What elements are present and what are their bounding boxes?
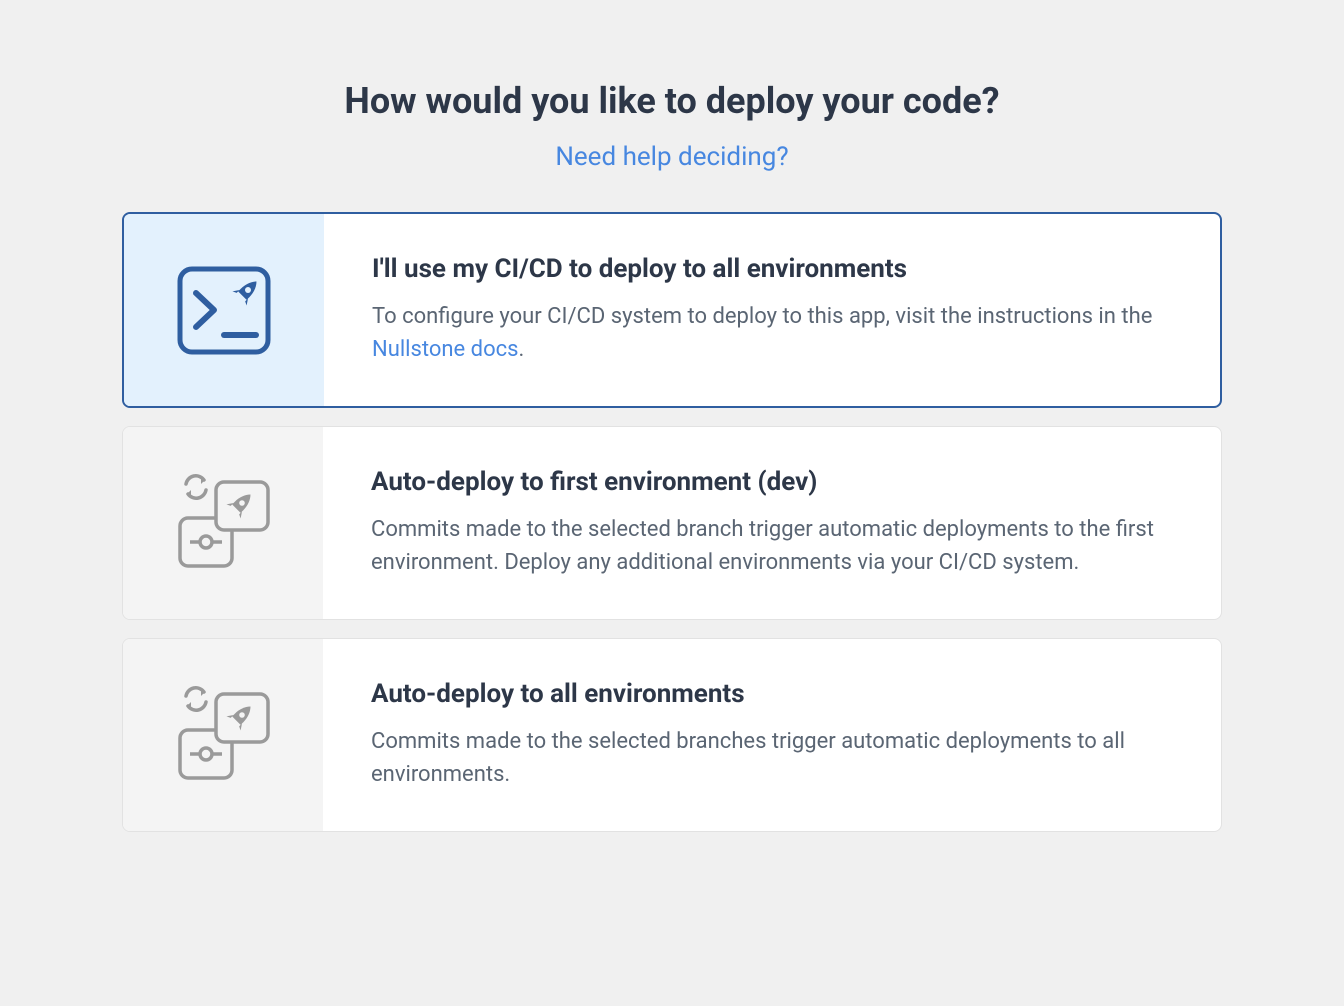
option-content: Auto-deploy to all environments Commits … — [323, 639, 1221, 831]
page-header: How would you like to deploy your code? … — [122, 80, 1222, 172]
deploy-options-page: How would you like to deploy your code? … — [122, 80, 1222, 832]
sync-deploy-icon — [168, 678, 278, 792]
option-icon-container — [124, 214, 324, 406]
option-description: Commits made to the selected branch trig… — [371, 513, 1173, 579]
option-auto-first[interactable]: Auto-deploy to first environment (dev) C… — [122, 426, 1222, 620]
options-list: I'll use my CI/CD to deploy to all envir… — [122, 212, 1222, 832]
option-cicd[interactable]: I'll use my CI/CD to deploy to all envir… — [122, 212, 1222, 408]
option-description: To configure your CI/CD system to deploy… — [372, 300, 1172, 366]
sync-deploy-icon — [168, 466, 278, 580]
nullstone-docs-link[interactable]: Nullstone docs — [372, 337, 519, 362]
option-title: Auto-deploy to all environments — [371, 679, 1173, 709]
page-title: How would you like to deploy your code? — [122, 80, 1222, 122]
option-content: Auto-deploy to first environment (dev) C… — [323, 427, 1221, 619]
option-title: I'll use my CI/CD to deploy to all envir… — [372, 254, 1172, 284]
option-title: Auto-deploy to first environment (dev) — [371, 467, 1173, 497]
terminal-rocket-icon — [174, 263, 274, 358]
option-description: Commits made to the selected branches tr… — [371, 725, 1173, 791]
option-description-prefix: To configure your CI/CD system to deploy… — [372, 304, 1152, 329]
help-link[interactable]: Need help deciding? — [555, 142, 788, 172]
option-auto-all[interactable]: Auto-deploy to all environments Commits … — [122, 638, 1222, 832]
option-description-suffix: . — [519, 337, 525, 362]
option-icon-container — [123, 427, 323, 619]
option-icon-container — [123, 639, 323, 831]
option-content: I'll use my CI/CD to deploy to all envir… — [324, 214, 1220, 406]
